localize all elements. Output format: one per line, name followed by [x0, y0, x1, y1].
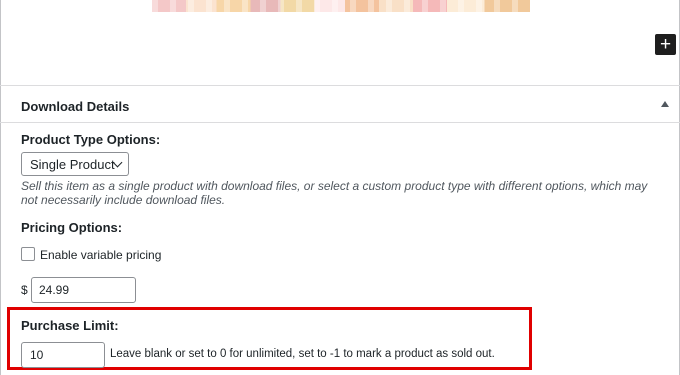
purchase-limit-input[interactable]: 10 [21, 342, 105, 368]
price-input[interactable]: 24.99 [31, 277, 136, 303]
variable-pricing-checkbox[interactable] [21, 247, 35, 261]
product-type-label: Product Type Options: [21, 132, 161, 147]
featured-image-preview [152, 0, 530, 12]
product-type-select[interactable]: Single Product [21, 152, 129, 176]
panel-title-divider [0, 122, 680, 123]
product-type-selected-value: Single Product [30, 156, 115, 172]
purchase-limit-help: Leave blank or set to 0 for unlimited, s… [110, 348, 495, 360]
add-block-button[interactable]: + [655, 34, 676, 55]
frame-left-border [0, 0, 1, 375]
purchase-limit-label: Purchase Limit: [21, 318, 119, 333]
pricing-options-label: Pricing Options: [21, 220, 123, 235]
editor-frame: + Download Details Product Type Options:… [0, 0, 680, 375]
metabox-top-divider [0, 85, 680, 86]
product-type-description: Sell this item as a single product with … [21, 179, 648, 207]
plus-icon: + [659, 34, 672, 55]
variable-pricing-label[interactable]: Enable variable pricing [40, 248, 161, 262]
currency-symbol: $ [21, 283, 28, 297]
panel-title: Download Details [21, 99, 130, 114]
collapse-arrow-icon[interactable] [661, 101, 669, 107]
